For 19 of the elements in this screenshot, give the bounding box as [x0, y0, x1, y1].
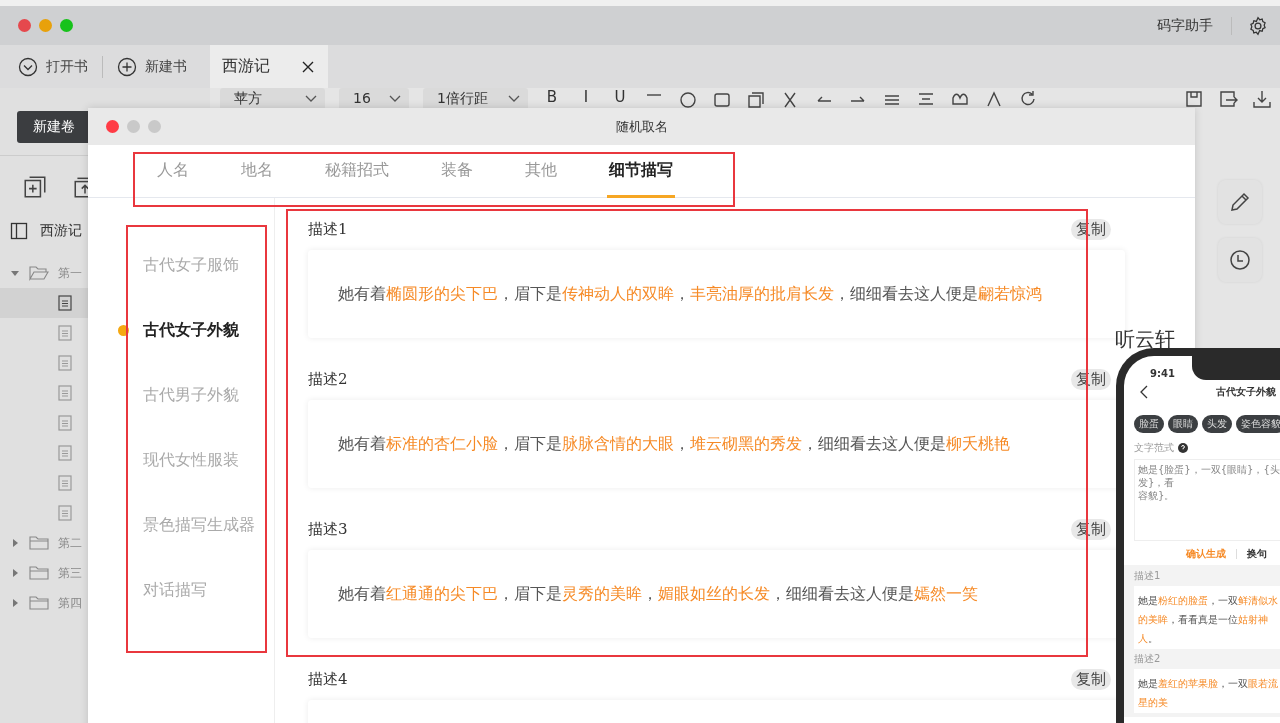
template-label: 文字范式 — [1134, 441, 1174, 455]
description-label: 描述4 — [308, 669, 348, 689]
template-text: 容貌}。 — [1138, 489, 1176, 502]
description-text: 她是粉红的脸蛋，一双鲜清似水的美眸，看看真是一位姑射神人。 — [1138, 595, 1278, 644]
side-note: 听云轩 — [1115, 326, 1175, 353]
description-text: 她有着标准的杏仁小脸，眉下是脉脉含情的大眼，堆云砌黑的秀发，细细看去这人便是柳夭桃艳 — [338, 433, 1010, 455]
description-label: 描述1 — [308, 219, 348, 239]
description-text: 她有着红通通的尖下巴，眉下是灵秀的美眸，媚眼如丝的长发，细细看去这人便是嫣然一笑 — [338, 583, 978, 605]
description-text: 她是羞红的苹果脸，一双眼若流星的美 — [1138, 678, 1278, 708]
app-title: 码字助手 — [1157, 16, 1232, 35]
description-label: 描述1 — [1134, 569, 1162, 583]
description-text: 她有着椭圆形的尖下巴，眉下是传神动人的双眸，丰亮油厚的批肩长发，细细看去这人便是翩若惊鸿 — [338, 283, 1042, 305]
description-label: 描述3 — [308, 519, 348, 539]
status-time: 9:41 — [1150, 368, 1176, 379]
phone-title: 古代女子外貌 — [1216, 385, 1276, 399]
description-label: 描述2 — [308, 369, 348, 389]
dialog-title: 随机取名 — [615, 117, 668, 136]
template-text: 她是{脸蛋}，一双{眼睛}，{头发}，看 — [1138, 463, 1280, 489]
description-label: 描述2 — [1134, 652, 1162, 666]
